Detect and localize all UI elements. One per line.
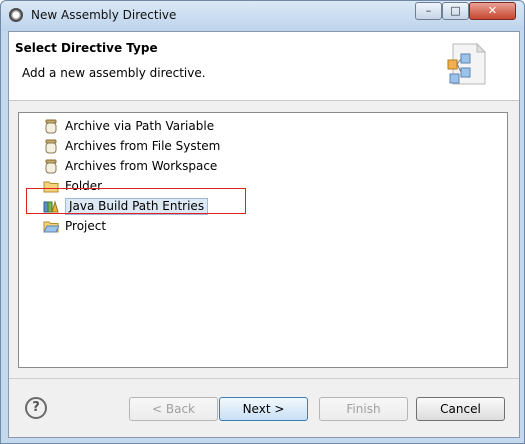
list-item-label: Archives from File System <box>65 139 221 153</box>
selection-annotation-box <box>26 188 246 214</box>
header-description: Add a new assembly directive. <box>22 66 206 80</box>
eclipse-app-icon <box>9 8 23 22</box>
next-button[interactable]: Next > <box>219 397 308 421</box>
window-title: New Assembly Directive <box>31 8 177 22</box>
help-button[interactable]: ? <box>25 397 47 419</box>
maximize-button[interactable]: □ <box>442 2 469 20</box>
jar-icon <box>45 159 57 174</box>
list-item[interactable]: Archive via Path Variable <box>43 117 214 135</box>
jar-icon <box>45 119 57 134</box>
wizard-banner-icon <box>447 42 487 85</box>
title-bar[interactable]: New Assembly Directive – □ ✕ <box>1 1 524 31</box>
close-button[interactable]: ✕ <box>469 2 516 20</box>
list-item[interactable]: Project <box>43 217 106 235</box>
list-item[interactable]: Archives from Workspace <box>43 157 217 175</box>
dialog-window: New Assembly Directive – □ ✕ Select Dire… <box>0 0 525 444</box>
list-item-label: Archives from Workspace <box>65 159 218 173</box>
minimize-button[interactable]: – <box>415 2 442 20</box>
dialog-body: Select Directive Type Add a new assembly… <box>8 31 520 438</box>
back-button[interactable]: < Back <box>129 397 218 421</box>
jar-icon <box>45 139 57 154</box>
directive-type-list[interactable]: Archive via Path Variable Archives from … <box>18 112 508 368</box>
button-bar-separator <box>9 378 519 379</box>
header-title: Select Directive Type <box>15 41 158 55</box>
list-item-label: Archive via Path Variable <box>65 119 215 133</box>
wizard-header: Select Directive Type Add a new assembly… <box>9 32 519 101</box>
list-item[interactable]: Archives from File System <box>43 137 220 155</box>
finish-button[interactable]: Finish <box>319 397 408 421</box>
cancel-button[interactable]: Cancel <box>416 397 505 421</box>
list-item-label: Project <box>65 219 107 233</box>
project-folder-icon <box>43 221 59 233</box>
